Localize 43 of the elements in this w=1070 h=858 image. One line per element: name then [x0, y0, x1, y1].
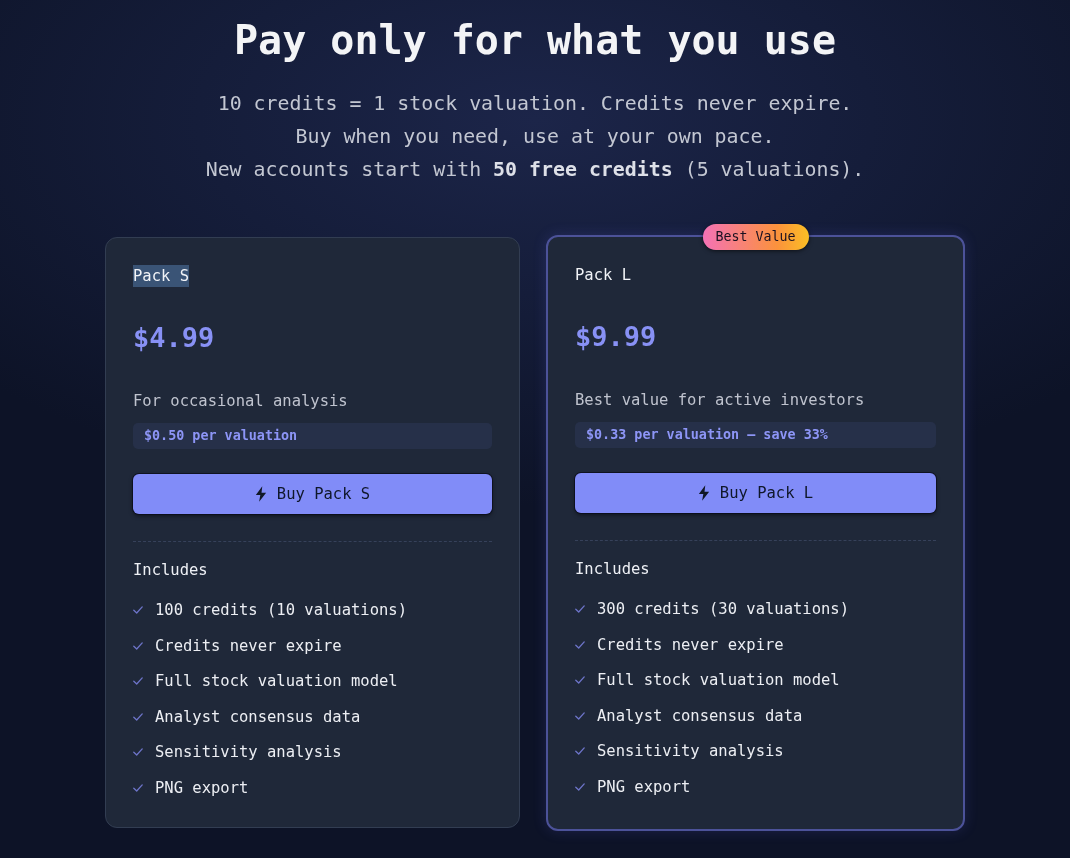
feature-text: 100 credits (10 valuations)	[155, 600, 407, 621]
feature-text: 300 credits (30 valuations)	[597, 599, 849, 620]
price: $4.99	[133, 321, 215, 355]
intro-text: New accounts start with 50 free credits (5 valuations).	[205, 157, 865, 183]
check-icon	[133, 677, 143, 686]
feature-text: Full stock valuation model	[597, 670, 840, 692]
per-valuation-note: $0.33 per valuation — save 33%	[575, 422, 936, 448]
check-icon	[133, 641, 143, 650]
pack-description: For occasional analysis	[133, 391, 348, 412]
page-heading: Pay only for what you use	[233, 16, 837, 64]
check-icon	[575, 711, 585, 720]
feature-text: Analyst consensus data	[597, 705, 803, 727]
feature-text: Sensitivity analysis	[155, 742, 342, 764]
intro-text: 10 credits = 1 stock valuation. Credits never expire.	[217, 91, 853, 117]
feature-text: Analyst consensus data	[155, 706, 361, 728]
includes-heading: Includes	[575, 559, 650, 580]
intro-text: Buy when you need, use at your own pace.	[295, 124, 775, 150]
check-icon	[575, 605, 585, 613]
lightning-icon	[254, 486, 267, 502]
feature-text: Credits never expire	[597, 634, 784, 656]
pack-name: Pack L	[575, 265, 631, 286]
lightning-icon	[697, 485, 710, 501]
feature-text: Credits never expire	[155, 635, 342, 657]
check-icon	[575, 640, 585, 649]
best-value-tag: Best Value	[702, 224, 809, 250]
per-valuation-note: $0.50 per valuation	[133, 423, 492, 449]
feature-text: Full stock valuation model	[155, 671, 398, 693]
buy-button[interactable]: Buy Pack S	[133, 474, 492, 514]
check-icon	[133, 712, 143, 721]
check-icon	[575, 747, 585, 756]
includes-heading: Includes	[133, 560, 208, 581]
price: $9.99	[575, 320, 657, 354]
buy-button[interactable]: Buy Pack L	[575, 473, 936, 513]
check-icon	[575, 676, 585, 685]
pack-description: Best value for active investors	[575, 390, 865, 411]
feature-text: Sensitivity analysis	[597, 741, 784, 763]
check-icon	[133, 606, 143, 614]
feature-text: PNG export	[155, 777, 249, 799]
check-icon	[575, 782, 585, 791]
pack-name: Pack S	[133, 265, 189, 287]
check-icon	[133, 783, 143, 792]
feature-text: PNG export	[597, 776, 691, 798]
check-icon	[133, 748, 143, 757]
